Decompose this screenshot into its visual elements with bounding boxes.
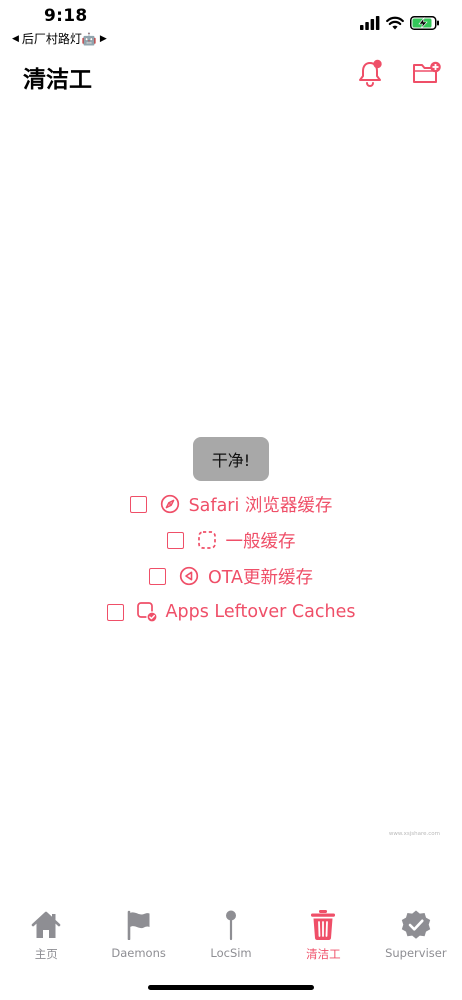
tab-bar: 主页 Daemons LocSim 清洁工 Superviser — [0, 908, 462, 968]
tab-label: Daemons — [111, 946, 166, 960]
pin-icon — [214, 908, 248, 942]
compass-icon — [159, 493, 181, 515]
tab-daemons[interactable]: Daemons — [92, 908, 184, 968]
checkbox[interactable] — [148, 567, 166, 585]
status-bar: 9:18 ◀ 后厂村路灯🤖 ▶ — [0, 0, 462, 48]
forward-arrow-icon: ▶ — [99, 33, 107, 44]
tab-cleaner[interactable]: 清洁工 — [277, 908, 369, 968]
back-arrow-icon: ◀ — [12, 33, 19, 44]
checkbox[interactable] — [129, 495, 147, 513]
tab-superviser[interactable]: Superviser — [370, 908, 462, 968]
battery-charging-icon — [410, 16, 439, 30]
checkbox[interactable] — [106, 603, 124, 621]
status-icons — [360, 16, 440, 30]
clean-button[interactable]: 干净! — [193, 437, 269, 481]
house-icon — [29, 908, 63, 942]
circle-play-back-icon — [178, 565, 200, 587]
checkbox[interactable] — [166, 531, 184, 549]
tab-label: LocSim — [210, 946, 252, 960]
tab-home[interactable]: 主页 — [0, 908, 92, 968]
back-to-app-link[interactable]: ◀ 后厂村路灯🤖 ▶ — [12, 30, 107, 47]
flag-icon — [122, 908, 156, 942]
verified-badge-icon — [399, 908, 433, 942]
folder-plus-icon — [413, 61, 441, 83]
app-check-icon — [136, 601, 158, 623]
option-ota-cache[interactable]: OTA更新缓存 — [0, 558, 462, 594]
option-label: 一般缓存 — [225, 531, 296, 552]
watermark: www.xsjshare.com — [388, 831, 440, 837]
option-safari-cache[interactable]: Safari 浏览器缓存 — [0, 486, 462, 522]
tab-locsim[interactable]: LocSim — [185, 908, 277, 968]
page-title: 清洁工 — [23, 67, 92, 93]
notifications-button[interactable] — [356, 58, 386, 88]
status-time: 9:18 — [44, 6, 88, 26]
tab-label: 主页 — [34, 947, 58, 961]
dashed-square-icon — [196, 529, 218, 551]
wifi-icon — [386, 16, 404, 30]
back-app-label: 后厂村路灯🤖 — [21, 32, 97, 46]
option-general-cache[interactable]: 一般缓存 — [0, 522, 462, 558]
header-actions — [356, 58, 442, 88]
bell-icon — [359, 59, 382, 87]
option-label: Safari 浏览器缓存 — [188, 495, 333, 516]
option-apps-leftover[interactable]: Apps Leftover Caches — [0, 594, 462, 630]
tab-label: Superviser — [385, 946, 447, 960]
option-label: OTA更新缓存 — [207, 567, 314, 588]
new-folder-button[interactable] — [412, 58, 442, 88]
option-label: Apps Leftover Caches — [165, 602, 356, 622]
signal-icon — [360, 16, 380, 30]
option-list: Safari 浏览器缓存 一般缓存 OTA更新缓存 Apps Leftover … — [0, 486, 462, 630]
tab-label: 清洁工 — [306, 947, 341, 961]
home-indicator — [148, 985, 314, 990]
trash-icon — [306, 908, 340, 942]
